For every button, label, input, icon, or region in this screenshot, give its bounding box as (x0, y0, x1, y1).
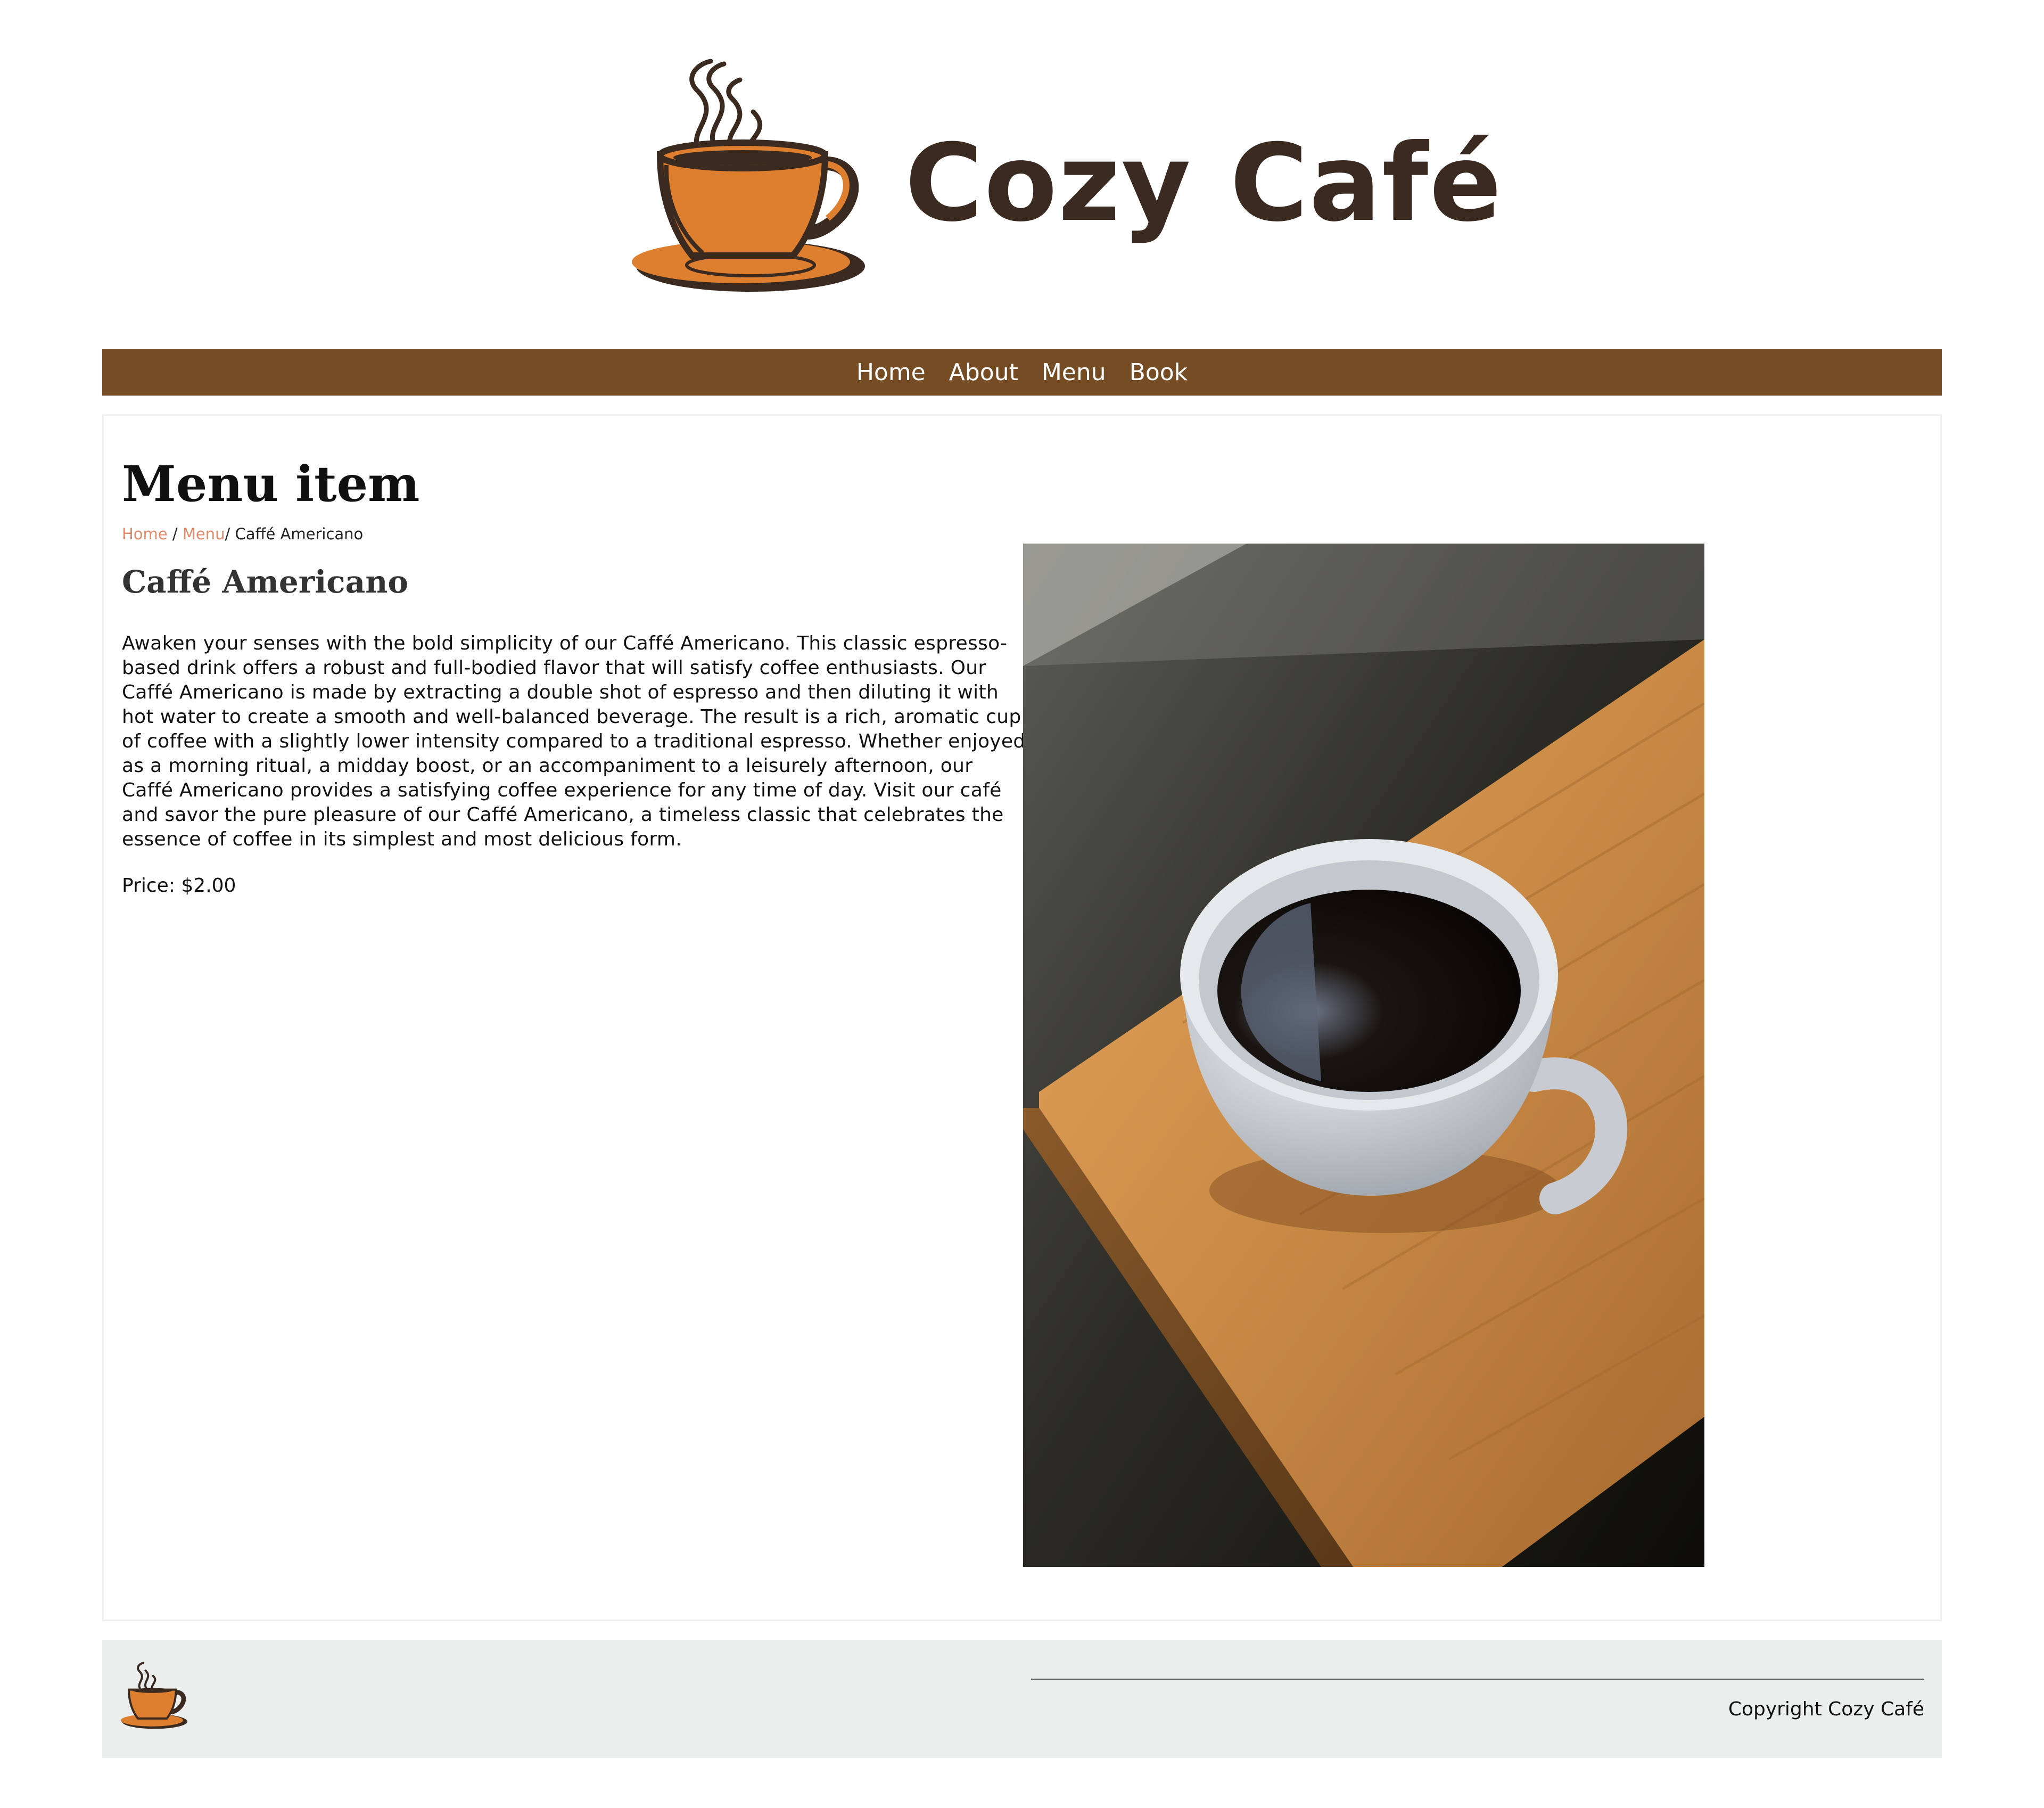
breadcrumb-separator: / (225, 525, 235, 543)
item-price: Price: $2.00 (122, 875, 236, 897)
breadcrumb-separator: / (167, 525, 183, 543)
site-header: Cozy Café (0, 0, 2044, 349)
nav-item-home[interactable]: Home (856, 349, 926, 396)
breadcrumb-current: Caffé Americano (235, 525, 364, 543)
breadcrumb-home-link[interactable]: Home (122, 525, 168, 543)
main-content: Menu item Home / Menu/ Caffé Americano C… (102, 414, 1942, 1621)
main-nav: Home About Menu Book (102, 349, 1942, 396)
nav-item-about[interactable]: About (949, 349, 1018, 396)
coffee-cup-photo (1023, 544, 1704, 1567)
breadcrumb-menu-link[interactable]: Menu (183, 525, 225, 543)
copyright-text: Copyright Cozy Café (1728, 1698, 1924, 1720)
nav-item-book[interactable]: Book (1130, 349, 1188, 396)
page-title: Menu item (122, 455, 420, 513)
breadcrumb: Home / Menu/ Caffé Americano (122, 523, 363, 545)
nav-item-menu[interactable]: Menu (1042, 349, 1106, 396)
brand-name[interactable]: Cozy Café (905, 114, 1503, 253)
coffee-cup-logo-icon[interactable] (118, 1656, 187, 1736)
item-name: Caffé Americano (122, 564, 409, 600)
item-description: Awaken your senses with the bold simplic… (122, 632, 1026, 850)
footer-divider (1031, 1679, 1924, 1680)
site-footer: Copyright Cozy Café (102, 1640, 1942, 1758)
coffee-cup-logo-icon[interactable] (623, 53, 865, 298)
